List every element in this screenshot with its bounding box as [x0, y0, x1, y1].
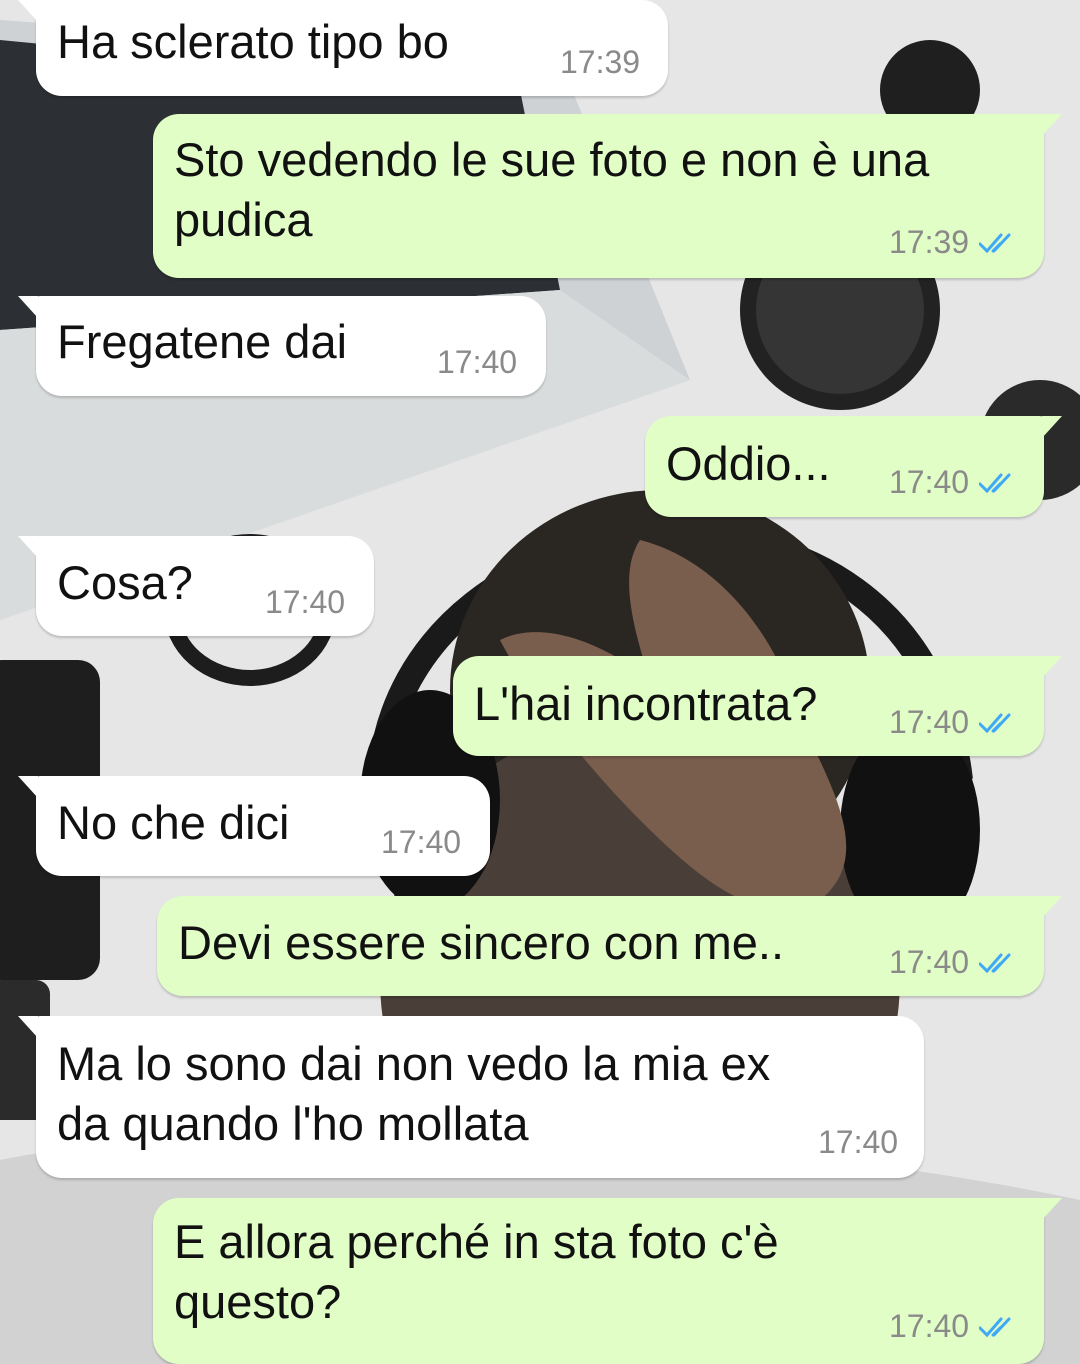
message-bubble-incoming[interactable]: Ha sclerato tipo bo 17:39: [18, 0, 668, 96]
message-text: Oddio...: [666, 437, 831, 490]
message-time: 17:40: [265, 584, 346, 620]
double-check-icon: [979, 953, 1011, 973]
message-text: Ha sclerato tipo bo: [57, 15, 449, 68]
message-text: Cosa?: [57, 556, 193, 609]
message-bubble-outgoing[interactable]: L'hai incontrata? 17:40: [453, 656, 1062, 756]
double-check-icon: [979, 473, 1011, 493]
message-text: Sto vedendo le sue foto e non è una pudi…: [174, 133, 930, 246]
message-bubble-outgoing[interactable]: Sto vedendo le sue foto e non è una pudi…: [153, 114, 1062, 278]
message-bubble-incoming[interactable]: Fregatene dai 17:40: [18, 296, 546, 396]
message-text: No che dici: [57, 796, 290, 849]
message-time: 17:40: [889, 704, 1017, 741]
message-bubble-outgoing[interactable]: E allora perché in sta foto c'è questo? …: [153, 1198, 1062, 1364]
message-bubble-incoming[interactable]: Ma lo sono dai non vedo la mia ex da qua…: [18, 1016, 924, 1178]
message-bubble-incoming[interactable]: No che dici 17:40: [18, 776, 490, 876]
message-time: 17:40: [437, 344, 518, 380]
message-text: E allora perché in sta foto c'è questo?: [174, 1215, 779, 1328]
double-check-icon: [979, 233, 1011, 253]
message-bubble-incoming[interactable]: Cosa? 17:40: [18, 536, 374, 636]
message-text: L'hai incontrata?: [474, 677, 818, 730]
message-time: 17:40: [889, 464, 1017, 501]
message-time: 17:39: [560, 44, 641, 80]
message-text: Fregatene dai: [57, 315, 348, 368]
double-check-icon: [979, 1317, 1011, 1337]
message-time: 17:40: [889, 1308, 1017, 1345]
message-time: 17:40: [889, 944, 1017, 981]
message-text: Ma lo sono dai non vedo la mia ex da qua…: [57, 1037, 771, 1150]
message-time: 17:40: [818, 1124, 899, 1160]
double-check-icon: [979, 713, 1011, 733]
message-bubble-outgoing[interactable]: Oddio... 17:40: [645, 416, 1062, 517]
message-text: Devi essere sincero con me..: [178, 916, 785, 969]
message-time: 17:39: [889, 224, 1017, 261]
message-time: 17:40: [381, 824, 462, 860]
message-bubble-outgoing[interactable]: Devi essere sincero con me.. 17:40: [157, 896, 1062, 996]
